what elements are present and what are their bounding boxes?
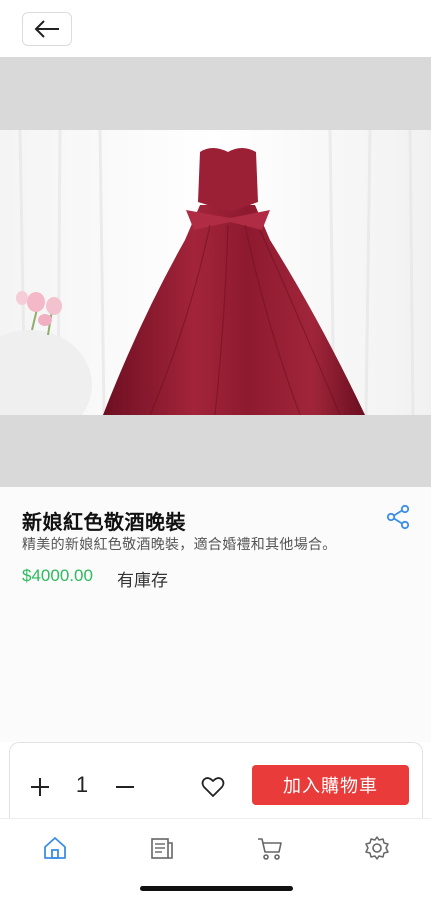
heart-icon[interactable] bbox=[199, 773, 227, 801]
home-icon[interactable] bbox=[40, 833, 70, 863]
product-image bbox=[0, 130, 431, 415]
product-image-area bbox=[0, 57, 431, 487]
home-indicator bbox=[140, 886, 293, 891]
cart-icon[interactable] bbox=[255, 833, 285, 863]
share-icon[interactable] bbox=[384, 503, 412, 531]
stock-status: 有庫存 bbox=[117, 571, 168, 590]
product-title: 新娘紅色敬酒晚裝 bbox=[22, 512, 186, 534]
plus-icon[interactable] bbox=[26, 773, 54, 801]
catalog-icon[interactable] bbox=[147, 833, 177, 863]
product-description: 精美的新娘紅色敬酒晚裝，適合婚禮和其他場合。 bbox=[22, 536, 337, 552]
dress-bodice bbox=[198, 148, 258, 212]
settings-icon[interactable] bbox=[362, 833, 392, 863]
product-price: $4000.00 bbox=[22, 566, 93, 585]
add-to-cart-button[interactable]: 加入購物車 bbox=[252, 765, 409, 805]
arrow-left-icon bbox=[34, 20, 59, 38]
quantity-value[interactable]: 1 bbox=[72, 772, 92, 798]
product-info: 新娘紅色敬酒晚裝 精美的新娘紅色敬酒晚裝，適合婚禮和其他場合。 $4000.00… bbox=[0, 487, 431, 742]
back-button[interactable] bbox=[22, 12, 72, 46]
top-header bbox=[0, 0, 431, 57]
minus-icon[interactable] bbox=[111, 773, 139, 801]
